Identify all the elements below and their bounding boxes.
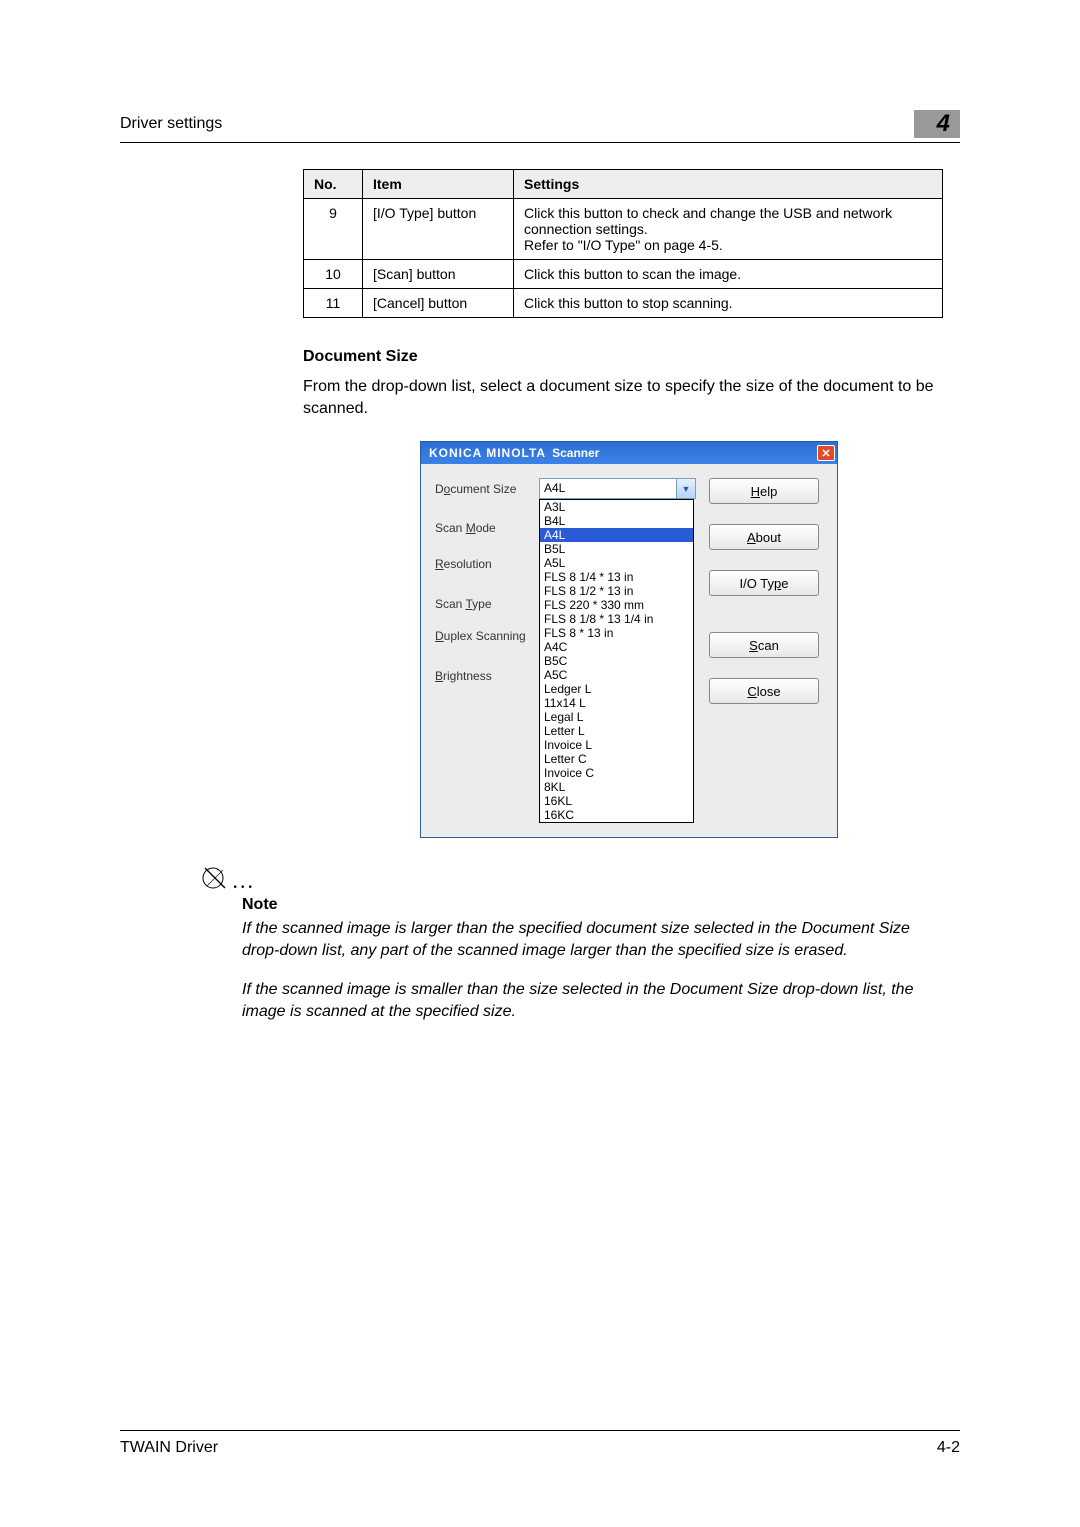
cell-no: 10 (304, 260, 363, 289)
table-row: 9 [I/O Type] button Click this button to… (304, 199, 943, 260)
select-option[interactable]: Ledger L (540, 682, 693, 696)
select-option[interactable]: Legal L (540, 710, 693, 724)
close-button[interactable]: Close (709, 678, 819, 704)
select-option[interactable]: B5L (540, 542, 693, 556)
select-option[interactable]: FLS 220 * 330 mm (540, 598, 693, 612)
chapter-number: 4 (937, 110, 950, 138)
note-paragraph: If the scanned image is larger than the … (242, 918, 942, 961)
help-button[interactable]: Help (709, 478, 819, 504)
select-option[interactable]: FLS 8 * 13 in (540, 626, 693, 640)
cell-item: [I/O Type] button (363, 199, 514, 260)
document-size-options[interactable]: A3LB4LA4LB5LA5LFLS 8 1/4 * 13 inFLS 8 1/… (539, 499, 694, 823)
select-option[interactable]: Invoice L (540, 738, 693, 752)
document-size-select[interactable]: A4L ▼ (539, 478, 696, 499)
chapter-badge: 4 (914, 110, 960, 138)
select-option[interactable]: FLS 8 1/8 * 13 1/4 in (540, 612, 693, 626)
dialog-title-tail: Scanner (552, 446, 599, 460)
select-option[interactable]: A3L (540, 500, 693, 514)
label-document-size: Document Size (435, 482, 539, 496)
cell-no: 11 (304, 289, 363, 318)
scan-button[interactable]: Scan (709, 632, 819, 658)
cell-settings: Click this button to check and change th… (514, 199, 943, 260)
label-scan-type: Scan Type (435, 597, 539, 611)
select-option[interactable]: 8KL (540, 780, 693, 794)
select-option[interactable]: A4L (540, 528, 693, 542)
dialog-titlebar: KONICA MINOLTA Scanner ✕ (421, 442, 837, 464)
select-option[interactable]: Letter L (540, 724, 693, 738)
about-button[interactable]: About (709, 524, 819, 550)
select-option[interactable]: 11x14 L (540, 696, 693, 710)
select-option[interactable]: FLS 8 1/2 * 13 in (540, 584, 693, 598)
select-option[interactable]: B4L (540, 514, 693, 528)
select-option[interactable]: A5C (540, 668, 693, 682)
note-heading: Note (242, 896, 960, 914)
table-header-item: Item (363, 170, 514, 199)
select-option[interactable]: A4C (540, 640, 693, 654)
dialog-title-brand: KONICA MINOLTA (429, 446, 546, 460)
table-row: 11 [Cancel] button Click this button to … (304, 289, 943, 318)
label-scan-mode: Scan Mode (435, 521, 539, 535)
section-paragraph: From the drop-down list, select a docume… (303, 376, 943, 419)
label-brightness: Brightness (435, 669, 539, 683)
select-option[interactable]: FLS 8 1/4 * 13 in (540, 570, 693, 584)
cell-no: 9 (304, 199, 363, 260)
select-option[interactable]: Invoice C (540, 766, 693, 780)
label-duplex-scanning: Duplex Scanning (435, 629, 539, 643)
label-resolution: Resolution (435, 557, 539, 571)
footer-page-number: 4-2 (937, 1439, 960, 1457)
cell-settings: Click this button to scan the image. (514, 260, 943, 289)
note-icon: ... (200, 864, 960, 894)
settings-table: No. Item Settings 9 [I/O Type] button Cl… (303, 169, 943, 318)
select-value: A4L (540, 479, 676, 498)
select-option[interactable]: 16KL (540, 794, 693, 808)
table-header-no: No. (304, 170, 363, 199)
select-option[interactable]: Letter C (540, 752, 693, 766)
cell-item: [Scan] button (363, 260, 514, 289)
cell-item: [Cancel] button (363, 289, 514, 318)
section-title: Document Size (303, 348, 960, 366)
table-header-settings: Settings (514, 170, 943, 199)
chevron-down-icon[interactable]: ▼ (676, 479, 695, 498)
note-paragraph: If the scanned image is smaller than the… (242, 979, 942, 1022)
select-option[interactable]: A5L (540, 556, 693, 570)
footer-left: TWAIN Driver (120, 1439, 218, 1457)
cell-settings: Click this button to stop scanning. (514, 289, 943, 318)
scanner-dialog: KONICA MINOLTA Scanner ✕ Document Size S… (420, 441, 838, 838)
close-icon[interactable]: ✕ (817, 445, 835, 461)
select-option[interactable]: B5C (540, 654, 693, 668)
select-option[interactable]: 16KC (540, 808, 693, 822)
table-row: 10 [Scan] button Click this button to sc… (304, 260, 943, 289)
io-type-button[interactable]: I/O Type (709, 570, 819, 596)
running-header: Driver settings (120, 115, 222, 133)
